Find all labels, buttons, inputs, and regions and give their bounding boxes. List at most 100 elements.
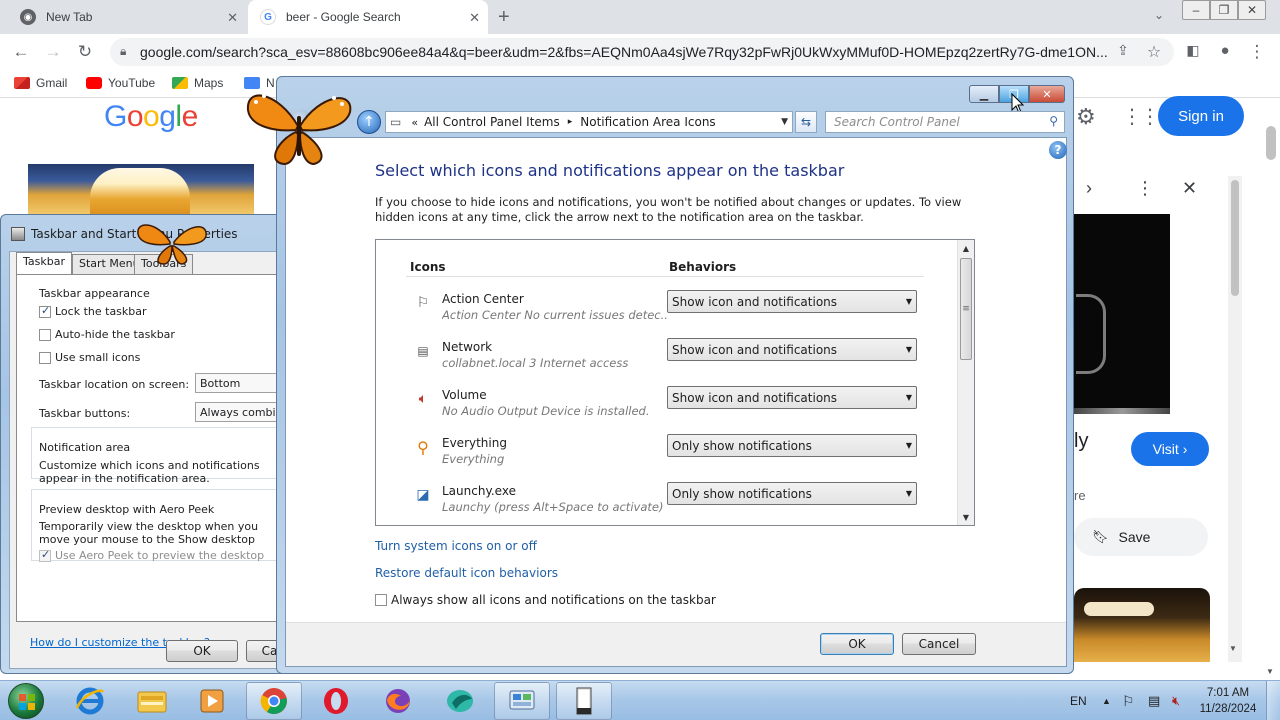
chrome-icon: ◉ (20, 9, 36, 25)
profile-avatar-icon[interactable]: ● (1214, 42, 1236, 59)
minimize-icon[interactable]: ▁ (969, 85, 999, 103)
small-icons-checkbox[interactable]: Use small icons (39, 351, 140, 364)
column-header-behaviors: Behaviors (669, 260, 737, 274)
control-panel-taskbar-icon[interactable] (494, 682, 550, 720)
taskbar-properties-taskbar-icon[interactable] (556, 682, 612, 720)
help-icon[interactable]: ? (1049, 141, 1067, 159)
scroll-thumb[interactable]: ≡ (960, 258, 972, 360)
media-player-icon[interactable] (184, 682, 240, 720)
system-clock[interactable]: 7:01 AM 11/28/2024 (1196, 685, 1260, 717)
bookmark-youtube[interactable]: YouTube (86, 76, 155, 90)
behavior-dropdown[interactable]: Show icon and notifications ▼ (667, 386, 917, 409)
settings-gear-icon[interactable]: ⚙ (1076, 104, 1096, 130)
show-hidden-icons-arrow-icon[interactable]: ▲ (1102, 681, 1111, 720)
browser-toolbar: ← → ↻ 🔒︎ google.com/search?sca_esv=88608… (0, 34, 1280, 70)
address-bar[interactable]: 🔒︎ google.com/search?sca_esv=88608bc906e… (110, 38, 1174, 66)
refresh-icon[interactable]: ⇆ (795, 111, 817, 133)
show-desktop-button[interactable] (1266, 681, 1280, 720)
behavior-dropdown[interactable]: Show icon and notifications ▼ (667, 338, 917, 361)
ok-button[interactable]: OK (820, 633, 894, 655)
scroll-down-icon[interactable]: ▼ (958, 509, 974, 525)
back-arrow-icon[interactable]: ← (10, 42, 32, 62)
address-dropdown-icon[interactable]: ▼ (781, 117, 788, 127)
scroll-up-icon[interactable]: ▲ (958, 240, 974, 256)
network-tray-icon[interactable]: ▤ (1148, 681, 1160, 720)
save-button[interactable]: 🔖︎ Save (1074, 518, 1208, 556)
search-placeholder: Search Control Panel (834, 115, 960, 129)
related-beer-image[interactable] (1074, 588, 1210, 662)
start-button[interactable] (8, 683, 44, 719)
window-restore-icon[interactable]: ❐ (1210, 0, 1238, 20)
reload-icon[interactable]: ↻ (74, 42, 96, 62)
buttons-select[interactable]: Always combine, hide labels (195, 402, 285, 422)
buttons-label: Taskbar buttons: (39, 407, 131, 420)
bookmark-gmail[interactable]: Gmail (14, 76, 67, 90)
bookmark-maps[interactable]: Maps (172, 76, 223, 90)
share-icon[interactable]: ⇪ (1112, 42, 1134, 59)
item-name: Launchy.exe (442, 484, 516, 498)
panel-scroll-down-icon[interactable]: ▼ (1229, 644, 1237, 653)
close-tab-icon[interactable]: ✕ (227, 10, 238, 26)
visit-button[interactable]: Visit › (1131, 432, 1209, 466)
search-control-panel-input[interactable]: Search Control Panel ⚲ (825, 111, 1065, 133)
breadcrumb-all-items[interactable]: All Control Panel Items (424, 115, 560, 129)
autohide-checkbox[interactable]: Auto-hide the taskbar (39, 328, 175, 341)
beer-image-thumbnail[interactable] (28, 164, 254, 220)
location-label: Taskbar location on screen: (39, 378, 190, 391)
tab-search-chevron-icon[interactable]: ⌄ (1154, 8, 1164, 22)
behavior-dropdown[interactable]: Only show notifications ▼ (667, 482, 917, 505)
restore-defaults-link[interactable]: Restore default icon behaviors (375, 566, 558, 580)
taskbar-ok-button[interactable]: OK (166, 640, 238, 662)
behavior-dropdown[interactable]: Only show notifications ▼ (667, 434, 917, 457)
cancel-button[interactable]: Cancel (902, 633, 976, 655)
window-close-icon[interactable]: ✕ (1238, 0, 1266, 20)
up-arrow-icon[interactable]: ↑ (357, 110, 381, 134)
file-explorer-icon[interactable] (124, 682, 180, 720)
new-tab-plus-icon[interactable]: + (498, 6, 510, 29)
search-icon[interactable]: ⚲ (1049, 114, 1058, 128)
breadcrumb-overflow-icon[interactable]: « (411, 116, 418, 129)
youtube-icon (86, 77, 102, 89)
window-minimize-icon[interactable]: – (1182, 0, 1210, 20)
chrome-taskbar-icon[interactable] (246, 682, 302, 720)
more-options-icon[interactable]: ⋮ (1136, 178, 1154, 199)
sign-in-button[interactable]: Sign in (1158, 96, 1244, 136)
behavior-dropdown[interactable]: Show icon and notifications ▼ (667, 290, 917, 313)
language-indicator[interactable]: EN (1070, 681, 1087, 720)
bookmark-star-icon[interactable]: ☆ (1143, 42, 1165, 62)
breadcrumb-separator-icon[interactable]: ▸ (568, 117, 573, 127)
scroll-down-arrow-icon[interactable]: ▼ (1266, 667, 1274, 676)
turn-system-icons-link[interactable]: Turn system icons on or off (375, 539, 537, 553)
volume-muted-tray-icon[interactable]: 🔇︎ (1172, 681, 1180, 720)
close-panel-icon[interactable]: ✕ (1182, 178, 1197, 199)
tab-new-tab[interactable]: ◉ New Tab ✕ (8, 0, 246, 34)
next-arrow-icon[interactable]: › (1086, 178, 1092, 199)
preview-image[interactable] (1074, 214, 1170, 414)
close-icon[interactable]: ✕ (1029, 85, 1065, 103)
tab-strip: ◉ New Tab ✕ G beer - Google Search ✕ + ⌄… (0, 0, 1280, 34)
address-breadcrumb[interactable]: ▭ « All Control Panel Items ▸ Notificati… (385, 111, 793, 133)
firefox-icon[interactable] (370, 682, 426, 720)
panel-scrollbar[interactable] (1228, 176, 1242, 662)
opera-icon[interactable] (308, 682, 364, 720)
lock-taskbar-checkbox[interactable]: Lock the taskbar (39, 304, 147, 318)
location-select[interactable]: Bottom (195, 373, 285, 393)
aero-peek-checkbox[interactable]: Use Aero Peek to preview the desktop (39, 548, 264, 562)
close-tab-icon[interactable]: ✕ (469, 10, 480, 26)
breadcrumb-notification-icons[interactable]: Notification Area Icons (580, 115, 715, 129)
forward-arrow-icon[interactable]: → (42, 42, 64, 62)
page-scrollbar[interactable]: ▼ (1262, 98, 1280, 680)
list-scrollbar[interactable]: ▲ ≡ ▼ (957, 240, 974, 525)
action-center-flag-icon[interactable]: ⚐ (1122, 681, 1135, 720)
page-description: If you choose to hide icons and notifica… (375, 195, 962, 224)
always-show-checkbox[interactable]: Always show all icons and notifications … (375, 593, 716, 607)
app-bird-icon[interactable] (432, 682, 488, 720)
dropdown-arrow-icon: ▼ (905, 297, 912, 306)
side-panel-icon[interactable]: ◧ (1182, 42, 1204, 59)
tab-beer-search[interactable]: G beer - Google Search ✕ (248, 0, 488, 34)
more-menu-icon[interactable]: ⋮ (1246, 42, 1268, 62)
tab-taskbar[interactable]: Taskbar (16, 252, 72, 274)
maps-icon (172, 77, 188, 89)
internet-explorer-icon[interactable] (62, 682, 118, 720)
google-logo[interactable]: Google (104, 100, 198, 134)
